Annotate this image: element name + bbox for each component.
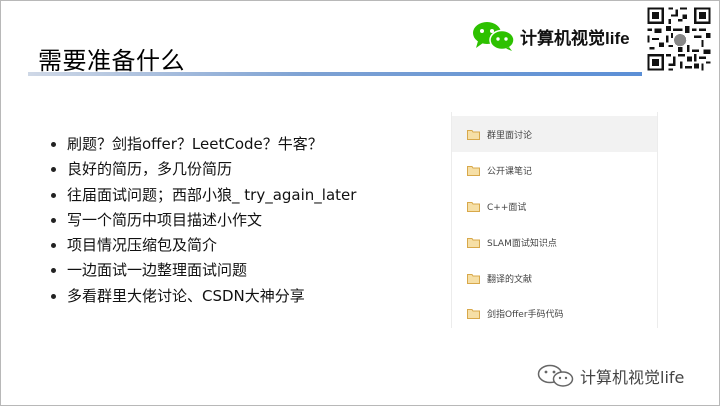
folder-item-label: 剑指Offer手码代码 <box>487 309 564 320</box>
brand-name: 计算机视觉life <box>520 28 630 48</box>
folder-item-label: 公开课笔记 <box>487 166 533 177</box>
bullet-item: 写一个简历中项目描述小作文 <box>49 208 356 233</box>
bullet-item: 刷题？剑指offer？LeetCode？牛客？ <box>49 132 356 157</box>
folder-item-label: 翻译的文献 <box>487 274 533 285</box>
slide: 需要准备什么 计算机视觉life 刷题？剑指offer？LeetCode？牛客？… <box>0 0 720 406</box>
bullet-item: 多看群里大佬讨论、CSDN大神分享 <box>49 284 356 309</box>
wechat-outline-icon <box>537 364 574 387</box>
folder-icon <box>467 129 480 140</box>
folder-icon <box>467 308 480 319</box>
folder-item[interactable]: 剑指Offer手码代码 <box>452 295 657 331</box>
folder-list-panel: 群里面讨论 公开课笔记 C++面试 SLAM面试知识点 翻译的文献 剑指Offe… <box>451 112 658 328</box>
folder-icon <box>467 201 480 212</box>
title-underline <box>28 72 642 76</box>
folder-item-label: C++面试 <box>487 202 527 213</box>
slide-title: 需要准备什么 <box>38 47 185 75</box>
folder-item[interactable]: SLAM面试知识点 <box>452 224 657 260</box>
folder-item[interactable]: C++面试 <box>452 188 657 224</box>
bullet-item: 往届面试问题；西部小狼_ try_again_later <box>49 183 356 208</box>
folder-item-label: SLAM面试知识点 <box>487 238 557 249</box>
folder-icon <box>467 273 480 284</box>
folder-item-label: 群里面讨论 <box>487 130 533 141</box>
watermark: 计算机视觉life <box>536 363 684 389</box>
qr-code-icon <box>645 5 713 73</box>
folder-item[interactable]: 公开课笔记 <box>452 152 657 188</box>
bullet-item: 一边面试一边整理面试问题 <box>49 258 356 283</box>
folder-icon <box>467 237 480 248</box>
wechat-icon <box>473 22 515 51</box>
bullet-list: 刷题？剑指offer？LeetCode？牛客？ 良好的简历，多几份简历 往届面试… <box>49 132 356 309</box>
folder-icon <box>467 165 480 176</box>
watermark-text: 计算机视觉life <box>580 368 685 387</box>
bullet-item: 良好的简历，多几份简历 <box>49 157 356 182</box>
folder-item[interactable]: 群里面讨论 <box>452 116 657 152</box>
brand-header: 计算机视觉life <box>471 19 630 53</box>
folder-item[interactable]: 翻译的文献 <box>452 260 657 296</box>
bullet-item: 项目情况压缩包及简介 <box>49 233 356 258</box>
